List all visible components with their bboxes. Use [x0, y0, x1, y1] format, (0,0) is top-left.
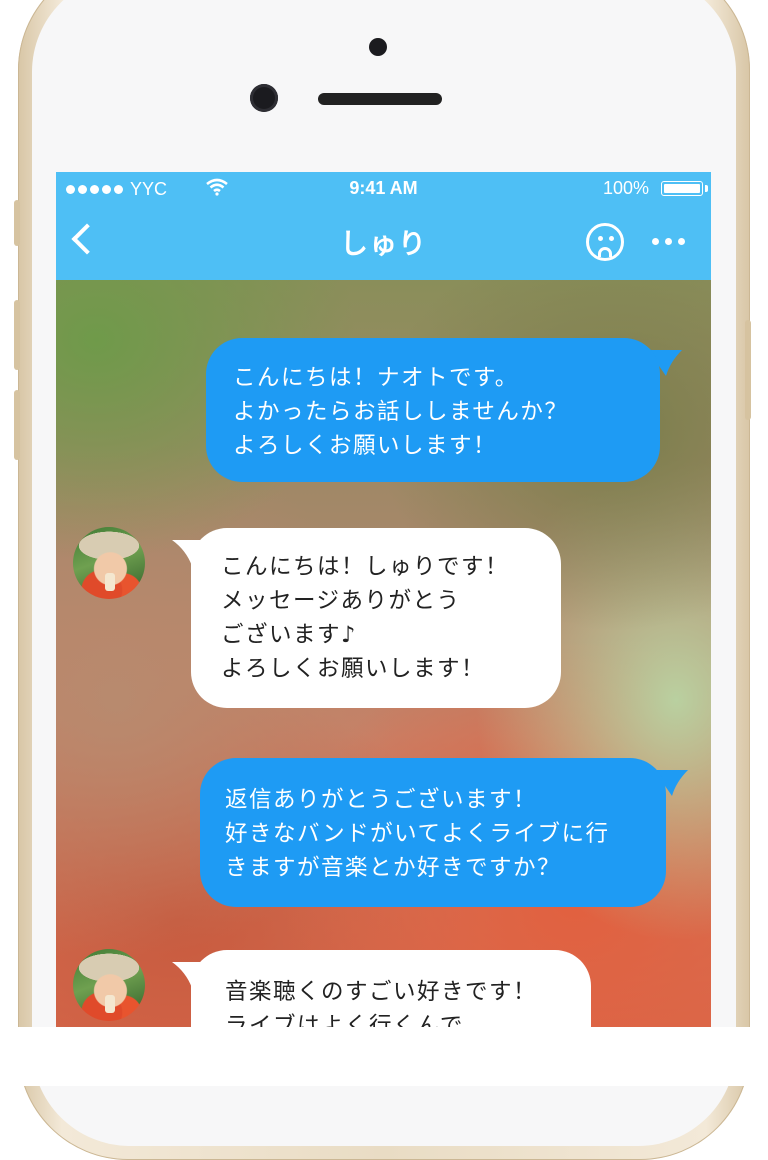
volume-button: [14, 200, 20, 246]
message-line: こんにちは！ナオトです。: [233, 365, 519, 391]
more-icon[interactable]: [652, 238, 691, 245]
battery-tip: [705, 185, 708, 192]
screen: YYC 9:41 AM 100% しゅり こんにちは！ナオトです。 よかったらお…: [56, 172, 711, 1027]
avatar[interactable]: [73, 527, 145, 599]
volume-button: [14, 390, 20, 460]
message-bubble-outgoing[interactable]: 返信ありがとうございます！ 好きなバンドがいてよくライブに行 きますが音楽とか好…: [200, 758, 666, 907]
sad-face-icon[interactable]: [586, 223, 624, 261]
message-line: よろしくお願いします！: [221, 656, 486, 682]
message-line: よかったらお話ししませんか？: [233, 399, 569, 425]
message-line: メッセージありがとう: [221, 588, 461, 614]
message-line: 好きなバンドがいてよくライブに行: [225, 821, 610, 847]
message-line: ライブはよく行くんで: [225, 1013, 464, 1027]
message-line: 音楽聴くのすごい好きです！: [225, 979, 538, 1005]
message-line: ございます♪: [221, 622, 357, 648]
sad-face-eye: [609, 236, 614, 241]
volume-button: [14, 300, 20, 370]
battery-percentage: 100%: [602, 178, 649, 198]
proximity-sensor: [369, 38, 387, 56]
message-line: 返信ありがとうございます！: [225, 787, 538, 813]
sad-face-mouth: [598, 247, 612, 257]
battery-icon: [661, 181, 703, 196]
bottom-fade: [0, 1027, 768, 1086]
message-line: よろしくお願いします！: [233, 433, 498, 459]
message-bubble-incoming[interactable]: 音楽聴くのすごい好きです！ ライブはよく行くんで: [191, 950, 591, 1027]
nav-bar: しゅり: [56, 206, 711, 280]
sad-face-eye: [598, 236, 603, 241]
message-line: こんにちは！しゅりです！: [221, 554, 510, 580]
message-bubble-incoming[interactable]: こんにちは！しゅりです！ メッセージありがとう ございます♪ よろしくお願いしま…: [191, 528, 561, 708]
status-bar: YYC 9:41 AM 100%: [56, 172, 711, 206]
avatar[interactable]: [73, 949, 145, 1021]
power-button: [745, 320, 751, 420]
earpiece-speaker: [318, 93, 442, 105]
front-camera: [250, 84, 278, 112]
message-line: きますが音楽とか好きですか？: [225, 855, 562, 881]
message-bubble-outgoing[interactable]: こんにちは！ナオトです。 よかったらお話ししませんか？ よろしくお願いします！: [206, 338, 660, 482]
